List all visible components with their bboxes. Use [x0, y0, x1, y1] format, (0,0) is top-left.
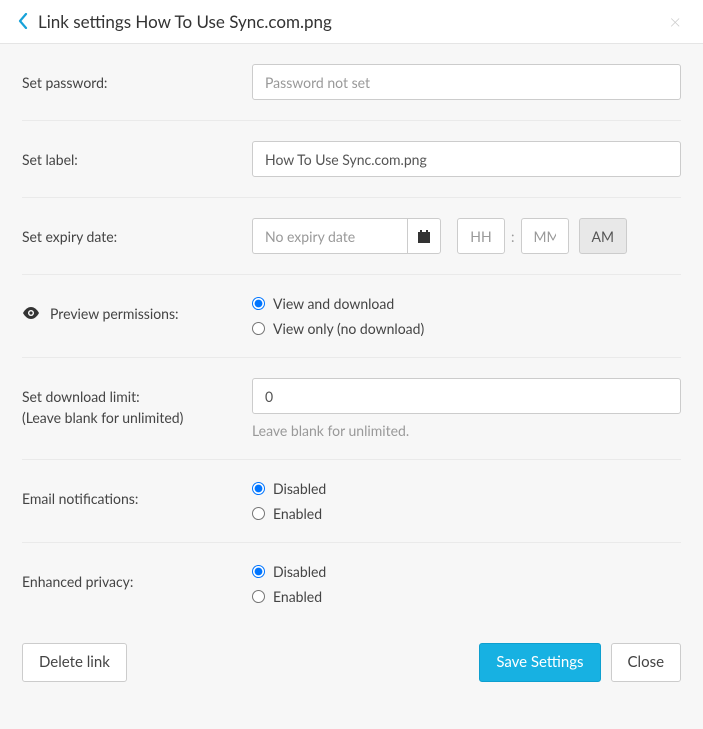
- radio-privacy-disabled[interactable]: Disabled: [252, 563, 681, 580]
- radio-email-disabled[interactable]: Disabled: [252, 480, 681, 497]
- label-expiry: Set expiry date:: [22, 218, 252, 254]
- label-label: Set label:: [22, 141, 252, 177]
- ampm-toggle[interactable]: AM: [579, 218, 627, 254]
- label-enhanced-privacy: Enhanced privacy:: [22, 563, 252, 605]
- radio-privacy-enabled[interactable]: Enabled: [252, 588, 681, 605]
- row-download-limit: Set download limit: (Leave blank for unl…: [22, 358, 681, 460]
- back-icon[interactable]: [18, 13, 28, 31]
- time-separator: :: [505, 228, 521, 245]
- radio-view-only[interactable]: View only (no download): [252, 320, 681, 337]
- row-enhanced-privacy: Enhanced privacy: Disabled Enabled: [22, 543, 681, 625]
- close-icon[interactable]: ×: [669, 12, 681, 32]
- row-preview-permissions: Preview permissions: View and download V…: [22, 275, 681, 358]
- radio-email-enabled[interactable]: Enabled: [252, 505, 681, 522]
- delete-link-button[interactable]: Delete link: [22, 643, 127, 682]
- expiry-minute-input[interactable]: [521, 218, 569, 254]
- modal-body: Set password: Set label: Set expiry date…: [0, 44, 703, 625]
- modal-title: Link settings How To Use Sync.com.png: [38, 11, 669, 32]
- expiry-hour-input[interactable]: [457, 218, 505, 254]
- save-settings-button[interactable]: Save Settings: [479, 643, 600, 682]
- link-settings-modal: Link settings How To Use Sync.com.png × …: [0, 0, 703, 729]
- password-input[interactable]: [252, 64, 681, 100]
- download-limit-input[interactable]: [252, 378, 681, 414]
- calendar-button[interactable]: [407, 218, 441, 254]
- expiry-date-input[interactable]: [252, 218, 407, 254]
- modal-footer: Delete link Save Settings Close: [0, 625, 703, 700]
- calendar-icon: [418, 230, 430, 243]
- label-password: Set password:: [22, 64, 252, 100]
- close-button[interactable]: Close: [611, 643, 681, 682]
- label-download-limit: Set download limit: (Leave blank for unl…: [22, 378, 252, 439]
- download-limit-help: Leave blank for unlimited.: [252, 422, 681, 439]
- eye-icon: [22, 305, 40, 322]
- row-email-notifications: Email notifications: Disabled Enabled: [22, 460, 681, 543]
- row-label: Set label:: [22, 121, 681, 198]
- label-email-notifications: Email notifications:: [22, 480, 252, 522]
- radio-view-download[interactable]: View and download: [252, 295, 681, 312]
- modal-header: Link settings How To Use Sync.com.png ×: [0, 0, 703, 44]
- label-input[interactable]: [252, 141, 681, 177]
- row-password: Set password:: [22, 44, 681, 121]
- label-preview: Preview permissions:: [22, 295, 252, 337]
- row-expiry: Set expiry date: : AM: [22, 198, 681, 275]
